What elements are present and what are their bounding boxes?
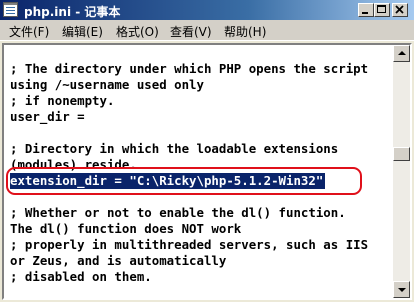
title-bar[interactable]: php.ini - 记事本	[0, 0, 414, 20]
menu-file[interactable]: 文件(F)	[9, 23, 49, 40]
minimize-icon	[362, 12, 368, 14]
vertical-scrollbar[interactable]	[393, 45, 410, 298]
arrow-down-icon	[398, 288, 406, 292]
text-line: ; disabled on them.	[10, 269, 152, 284]
text-line: ; properly in multithreaded servers, suc…	[10, 237, 369, 252]
maximize-button[interactable]	[374, 3, 390, 17]
text-line: or Zeus, and is automatically	[10, 253, 227, 268]
notepad-window: php.ini - 记事本 文件(F) 编辑(E) 格式(O) 查看(V) 帮助…	[0, 0, 414, 302]
menu-view[interactable]: 查看(V)	[170, 23, 212, 40]
menu-edit[interactable]: 编辑(E)	[62, 23, 103, 40]
maximize-icon	[377, 5, 386, 13]
annotation-ring	[6, 167, 362, 195]
scroll-thumb[interactable]	[393, 147, 410, 161]
text-line: ; Whether or not to enable the dl() func…	[10, 205, 346, 220]
text-editor[interactable]: ; The directory under which PHP opens th…	[2, 43, 412, 300]
text-line: The dl() function does NOT work	[10, 221, 242, 236]
menu-help[interactable]: 帮助(H)	[224, 23, 266, 40]
window-title: php.ini - 记事本	[24, 5, 121, 19]
minimize-button[interactable]	[358, 3, 374, 17]
text-line: ; The directory under which PHP opens th…	[10, 61, 369, 76]
text-line: using /~username used only	[10, 77, 204, 92]
menu-format[interactable]: 格式(O)	[116, 23, 159, 40]
text-line: user_dir =	[10, 109, 85, 124]
close-button[interactable]	[392, 3, 408, 17]
text-content[interactable]: ; The directory under which PHP opens th…	[6, 45, 391, 298]
close-icon	[395, 5, 404, 14]
text-line: ; Directory in which the loadable extens…	[10, 141, 339, 156]
arrow-up-icon	[398, 51, 406, 55]
scroll-down-button[interactable]	[393, 281, 410, 298]
notepad-icon[interactable]	[3, 2, 18, 17]
menu-bar: 文件(F) 编辑(E) 格式(O) 查看(V) 帮助(H)	[0, 20, 414, 41]
scroll-up-button[interactable]	[393, 45, 410, 62]
text-line: ; if nonempty.	[10, 93, 115, 108]
